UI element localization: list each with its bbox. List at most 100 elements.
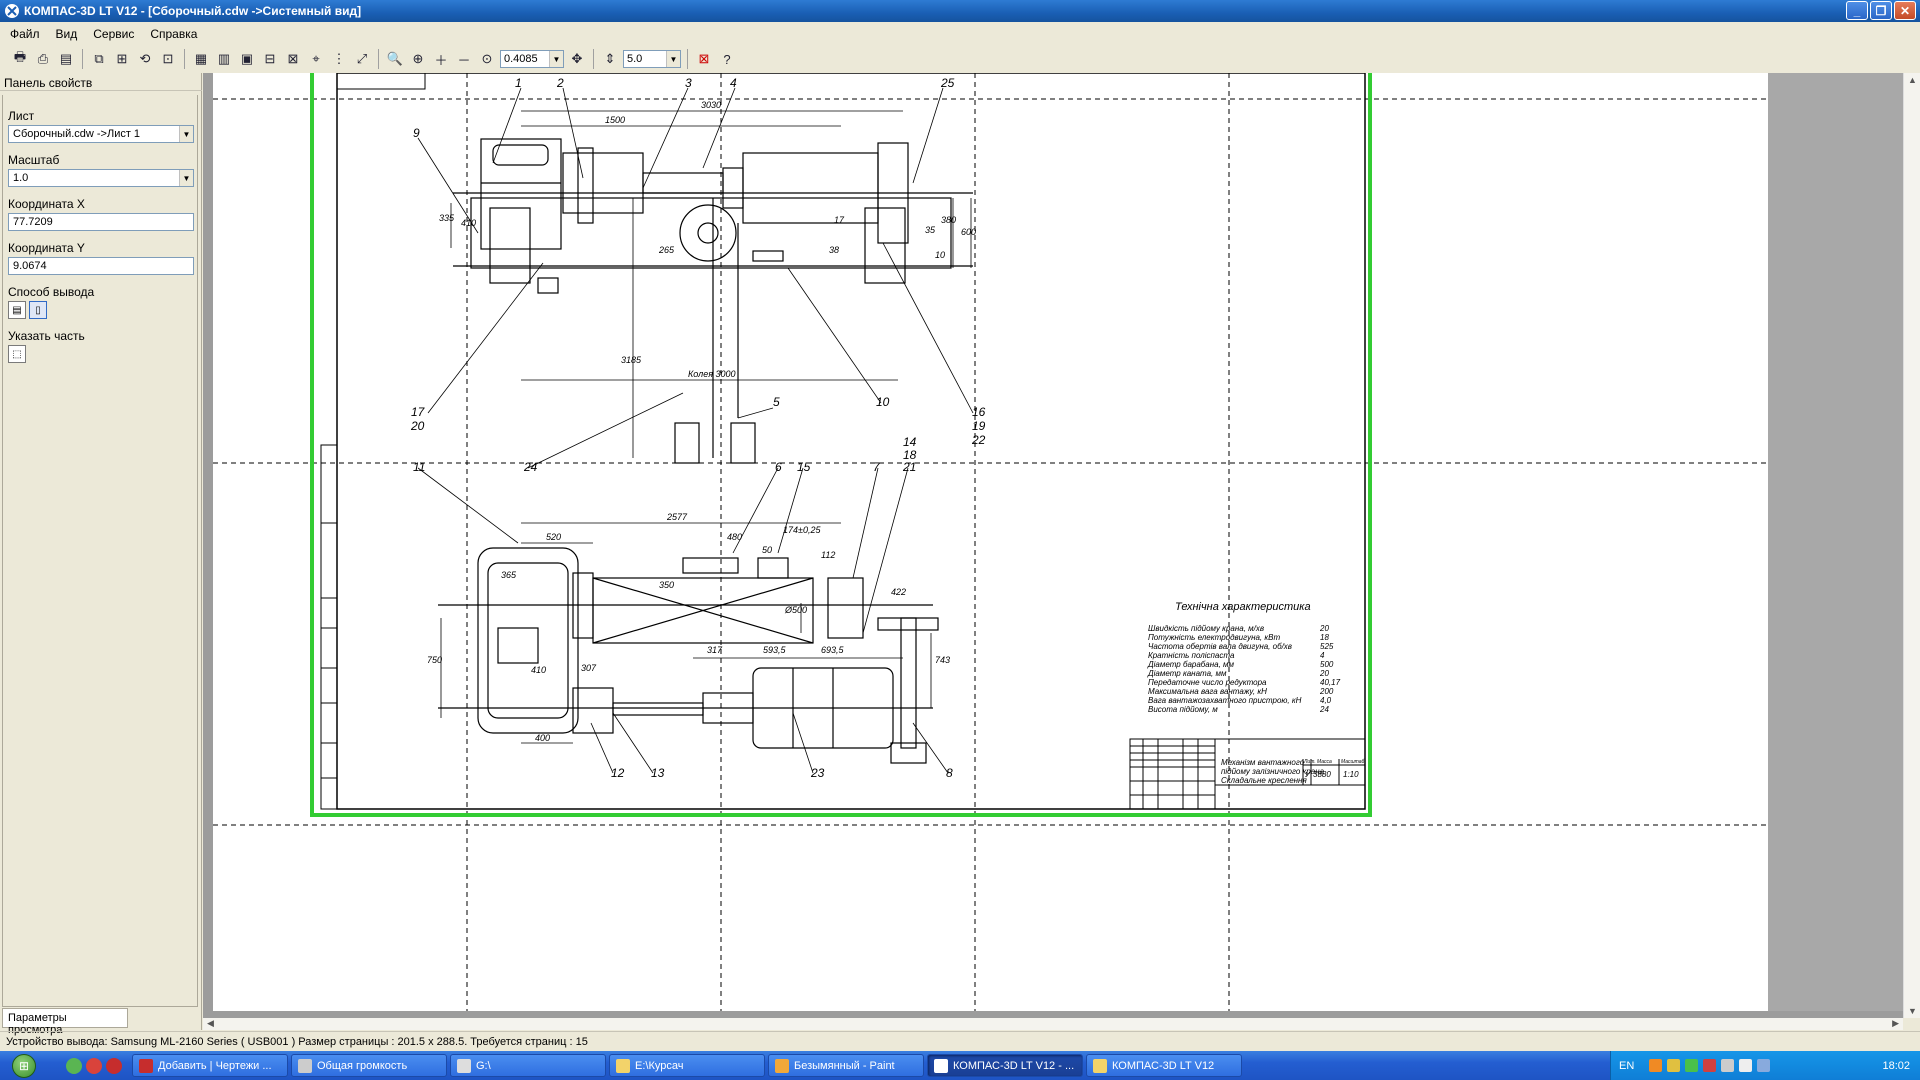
callout: 12 xyxy=(611,766,625,780)
start-button[interactable]: ⊞ xyxy=(0,1051,48,1080)
print-preview-icon[interactable]: ⎙ xyxy=(33,49,53,69)
maximize-button[interactable]: ❐ xyxy=(1870,1,1892,20)
rotate-icon[interactable]: ⟲ xyxy=(135,49,155,69)
callout: 16 xyxy=(972,405,986,419)
zoom-combo[interactable]: 0.4085 ▼ xyxy=(500,50,564,68)
zoom-out-icon[interactable]: － xyxy=(454,49,474,69)
tray-app-icon[interactable] xyxy=(1685,1059,1699,1072)
quicklaunch-icon[interactable] xyxy=(66,1057,82,1074)
menu-file[interactable]: Файл xyxy=(10,27,40,41)
callouts: 1 2 3 4 25 9 5 10 17 20 24 16 19 22 11 6… xyxy=(410,76,986,780)
task-kompas-active[interactable]: КОМПАС-3D LT V12 - ... xyxy=(927,1054,1083,1077)
chevron-down-icon[interactable]: ▼ xyxy=(179,170,193,186)
vertical-scrollbar[interactable]: ▲ ▼ xyxy=(1903,73,1920,1018)
sheet-label: Лист xyxy=(8,109,35,123)
scroll-left-icon[interactable]: ◀ xyxy=(207,1018,214,1029)
snap-icon[interactable]: ⌖ xyxy=(306,49,326,69)
sheet-select[interactable]: Сборочный.cdw ->Лист 1 ▼ xyxy=(8,125,194,143)
output-mode-page-icon[interactable]: ▯ xyxy=(29,301,47,319)
print-icon[interactable]: 🖶 xyxy=(10,49,30,69)
tray-app-icon[interactable] xyxy=(1667,1059,1681,1072)
align-icon[interactable]: ⊠ xyxy=(283,49,303,69)
menu-help[interactable]: Справка xyxy=(150,27,197,41)
dim-265: 265 xyxy=(658,245,675,255)
scroll-right-icon[interactable]: ▶ xyxy=(1892,1018,1899,1029)
clock[interactable]: 18:02 xyxy=(1882,1060,1910,1072)
tile-icon[interactable]: ⊟ xyxy=(260,49,280,69)
callout: 3 xyxy=(685,76,692,90)
arrange-pages-icon[interactable]: ⊞ xyxy=(112,49,132,69)
assembly-drawing: 1500 3030 2577 520 480 174±0,25 112 422 … xyxy=(213,73,1768,1011)
paint-icon xyxy=(775,1058,789,1073)
layout-icon[interactable]: ▣ xyxy=(237,49,257,69)
view-params-tab[interactable]: Параметры просмотра xyxy=(2,1008,128,1036)
task-opera[interactable]: Добавить | Чертежи ... xyxy=(132,1054,288,1077)
zoom-frame-icon[interactable]: ⊕ xyxy=(408,49,428,69)
copy-layout-icon[interactable]: ⧉ xyxy=(89,49,109,69)
coord-x-field[interactable]: 77.7209 xyxy=(8,213,194,231)
dim-3030: 3030 xyxy=(701,100,721,110)
tray-app-icon[interactable] xyxy=(1649,1059,1663,1072)
speaker-icon[interactable] xyxy=(1739,1059,1753,1072)
coord-x-label: Координата X xyxy=(8,197,85,211)
network-icon[interactable] xyxy=(1721,1059,1735,1072)
fit-icon[interactable]: ⊡ xyxy=(158,49,178,69)
callout: 18 xyxy=(903,448,917,462)
specs-title: Технічна характеристика xyxy=(1175,601,1311,613)
paper-sheet: 1500 3030 2577 520 480 174±0,25 112 422 … xyxy=(213,73,1768,1011)
task-folder[interactable]: E:\Курсач xyxy=(609,1054,765,1077)
menu-view[interactable]: Вид xyxy=(56,27,78,41)
sheets-icon[interactable]: ▥ xyxy=(214,49,234,69)
distribute-icon[interactable]: ⋮ xyxy=(329,49,349,69)
window-title: КОМПАС-3D LT V12 - [Сборочный.cdw ->Сист… xyxy=(24,4,362,18)
dim-400: 400 xyxy=(535,733,550,743)
menu-service[interactable]: Сервис xyxy=(93,27,134,41)
dim-743: 743 xyxy=(935,655,950,665)
step-combo[interactable]: 5.0 ▼ xyxy=(623,50,681,68)
task-drive-g[interactable]: G:\ xyxy=(450,1054,606,1077)
page-setup-icon[interactable]: ▤ xyxy=(56,49,76,69)
zoom-in-icon[interactable]: ＋ xyxy=(431,49,451,69)
output-mode-fit-icon[interactable]: ▤ xyxy=(8,301,26,319)
main-toolbar: 🖶 ⎙ ▤ ⧉ ⊞ ⟲ ⊡ ▦ ▥ ▣ ⊟ ⊠ ⌖ ⋮ ⤢ 🔍 ⊕ ＋ － ⊙ … xyxy=(0,46,1920,72)
pan-icon[interactable]: ✥ xyxy=(567,49,587,69)
minimize-button[interactable]: _ xyxy=(1846,1,1868,20)
step-value: 5.0 xyxy=(627,53,643,65)
dim-307: 307 xyxy=(581,663,597,673)
chevron-down-icon[interactable]: ▼ xyxy=(179,126,193,142)
task-label: Общая громкость xyxy=(317,1059,408,1072)
horizontal-scrollbar[interactable]: ◀ ▶ xyxy=(203,1018,1903,1030)
spec-label: Діаметр барабана, мм xyxy=(1147,660,1235,669)
spec-value: 200 xyxy=(1319,687,1334,696)
close-button[interactable]: ✕ xyxy=(1894,1,1916,20)
taskbar: ⊞ Добавить | Чертежи ... Общая громкость… xyxy=(0,1051,1920,1080)
language-indicator[interactable]: EN xyxy=(1619,1060,1634,1072)
title-block-texts: Механізм вантажного підйому залізничного… xyxy=(1221,758,1365,785)
select-part-icon[interactable]: ⬚ xyxy=(8,345,26,363)
dim-693: 693,5 xyxy=(821,645,845,655)
window-titlebar[interactable]: КОМПАС-3D LT V12 - [Сборочный.cdw ->Сист… xyxy=(0,0,1920,22)
chrome-icon[interactable] xyxy=(86,1057,102,1074)
context-help-icon[interactable]: ? xyxy=(717,49,737,69)
zoom-window-icon[interactable]: 🔍 xyxy=(385,49,405,69)
transform-icon[interactable]: ⤢ xyxy=(352,49,372,69)
exit-preview-icon[interactable]: ⊠ xyxy=(694,49,714,69)
chevron-down-icon[interactable]: ▼ xyxy=(666,51,680,67)
scale-select[interactable]: 1.0 ▼ xyxy=(8,169,194,187)
task-paint[interactable]: Безымянный - Paint xyxy=(768,1054,924,1077)
tray-app-icon[interactable] xyxy=(1703,1059,1717,1072)
task-kompas[interactable]: КОМПАС-3D LT V12 xyxy=(1086,1054,1242,1077)
grid-icon[interactable]: ▦ xyxy=(191,49,211,69)
dim-1500: 1500 xyxy=(605,115,625,125)
tb-mass-hdr: Масса xyxy=(1317,759,1332,765)
drawing-canvas[interactable]: 1500 3030 2577 520 480 174±0,25 112 422 … xyxy=(203,73,1903,1018)
scroll-up-icon[interactable]: ▲ xyxy=(1908,75,1917,85)
scroll-down-icon[interactable]: ▼ xyxy=(1908,1006,1917,1016)
dim-2577: 2577 xyxy=(666,512,688,522)
task-volume[interactable]: Общая громкость xyxy=(291,1054,447,1077)
dim-750: 750 xyxy=(427,655,442,665)
chevron-down-icon[interactable]: ▼ xyxy=(549,51,563,67)
tray-app-icon[interactable] xyxy=(1757,1059,1771,1072)
opera-icon[interactable] xyxy=(106,1057,122,1074)
coord-y-field[interactable]: 9.0674 xyxy=(8,257,194,275)
